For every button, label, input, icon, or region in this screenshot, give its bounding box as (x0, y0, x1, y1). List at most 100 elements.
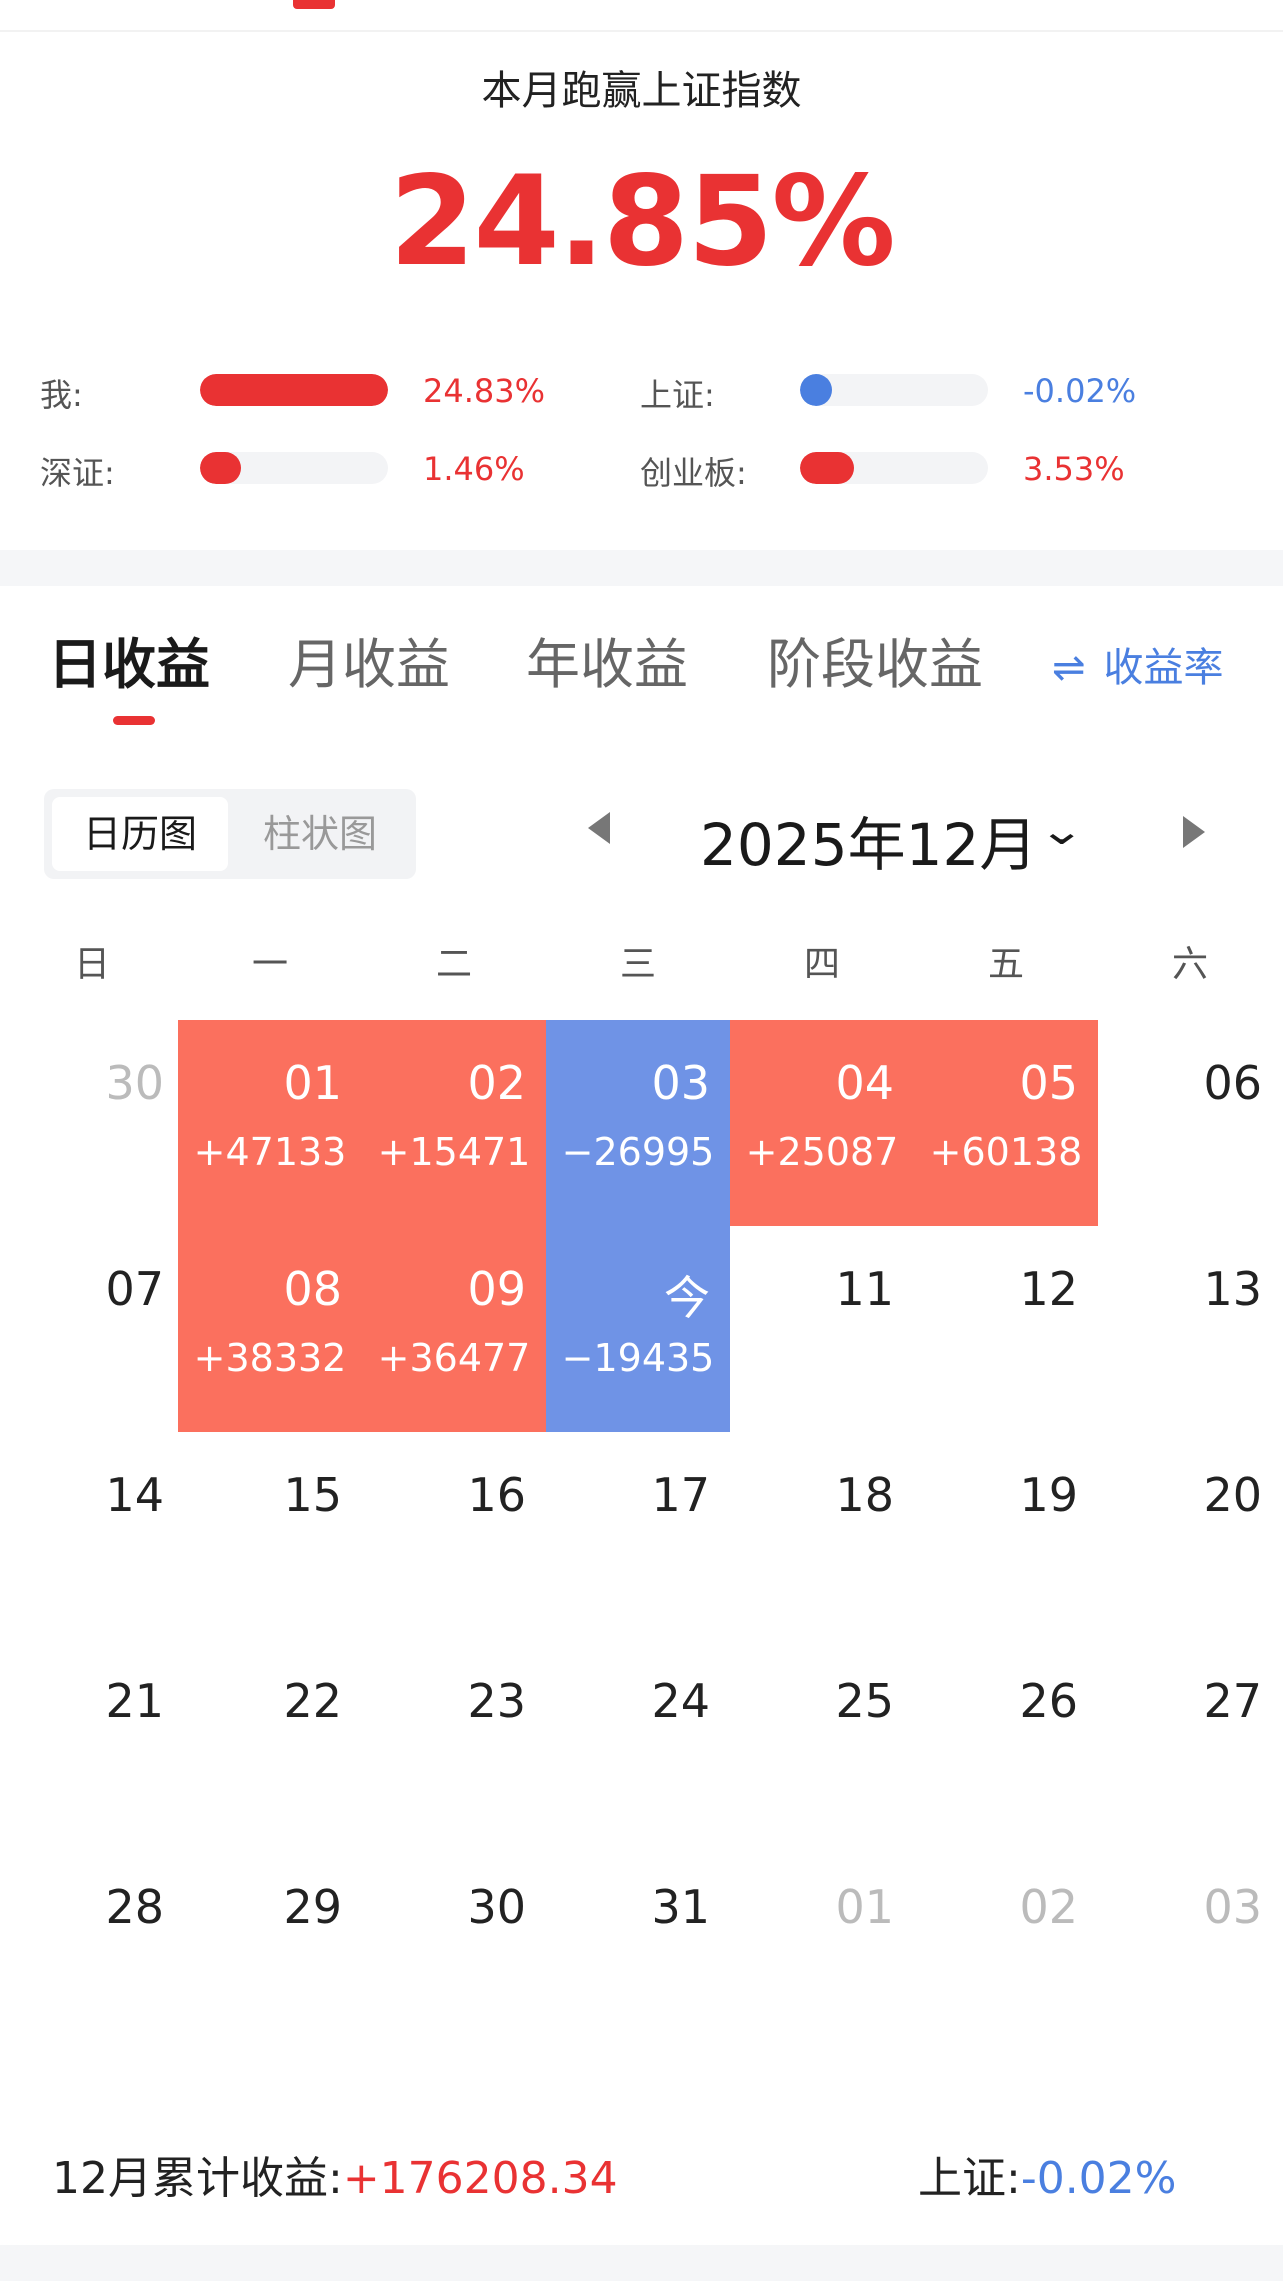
calendar-day-cell[interactable]: 07 (0, 1226, 184, 1432)
rate-toggle-label: 收益率 (1103, 645, 1224, 691)
rate-toggle-button[interactable]: ⇌ 收益率 (1052, 635, 1224, 693)
calendar-day-pnl: −26995 (561, 1130, 715, 1174)
calendar-day-cell[interactable]: 14 (0, 1432, 184, 1638)
calendar-day-number: 23 (467, 1674, 526, 1728)
calendar-day-cell[interactable]: 04 +25087 (730, 1020, 914, 1226)
weekday-label: 日 (73, 944, 110, 985)
stat-bar-track (800, 374, 988, 406)
calendar-day-cell[interactable]: 今 −19435 (546, 1226, 730, 1432)
calendar-day-cell[interactable]: 25 (730, 1638, 914, 1844)
calendar-day-number: 02 (467, 1056, 526, 1110)
tab-stage[interactable]: 阶段收益 (767, 620, 983, 699)
calendar-day-pnl: +25087 (745, 1130, 899, 1174)
calendar-day-pnl: +36477 (377, 1336, 531, 1380)
weekday-label: 四 (803, 944, 840, 985)
calendar-day-number: 今 (664, 1271, 710, 1325)
calendar-day-cell[interactable]: 02 (914, 1844, 1098, 2050)
stat-row: 上证: -0.02% (640, 360, 1200, 420)
weekday-label: 六 (1171, 944, 1208, 985)
calendar-day-cell[interactable]: 28 (0, 1844, 184, 2050)
month-label[interactable]: 2025年12月 (700, 798, 1037, 882)
monthly-total: 12月累计收益:+176208.34 (52, 2142, 618, 2206)
calendar-day-cell[interactable]: 06 (1098, 1020, 1282, 1226)
calendar-day-cell[interactable]: 26 (914, 1638, 1098, 1844)
calendar-day-number: 04 (835, 1056, 894, 1110)
calendar-day-cell[interactable]: 17 (546, 1432, 730, 1638)
calendar-day-cell[interactable]: 02 +15471 (362, 1020, 546, 1226)
calendar-day-number: 31 (651, 1880, 710, 1934)
prev-month-icon[interactable] (588, 812, 610, 844)
calendar-day-cell[interactable]: 03 (1098, 1844, 1282, 2050)
monthly-total-amount: +176208.34 (342, 2153, 618, 2204)
calendar-day-cell[interactable]: 01 (730, 1844, 914, 2050)
calendar-day-number: 16 (467, 1468, 526, 1522)
calendar-day-number: 15 (283, 1468, 342, 1522)
calendar-day-cell[interactable]: 13 (1098, 1226, 1282, 1432)
calendar-day-cell[interactable]: 08 +38332 (178, 1226, 362, 1432)
active-tab-underline (113, 716, 155, 725)
calendar-day-cell[interactable]: 30 (362, 1844, 546, 2050)
calendar-day-cell[interactable]: 12 (914, 1226, 1098, 1432)
calendar-day-number: 11 (835, 1262, 894, 1316)
stat-row: 深证: 1.46% (40, 438, 600, 498)
calendar-day-cell[interactable]: 27 (1098, 1638, 1282, 1844)
calendar-day-cell[interactable]: 03 −26995 (546, 1020, 730, 1226)
tab-monthly[interactable]: 月收益 (288, 620, 450, 699)
weekday-label: 二 (435, 944, 472, 985)
calendar-view-button[interactable]: 日历图 (52, 797, 228, 871)
calendar-day-cell[interactable]: 19 (914, 1432, 1098, 1638)
calendar-day-cell[interactable]: 22 (178, 1638, 362, 1844)
calendar-day-number: 14 (105, 1468, 164, 1522)
calendar-day-cell[interactable]: 11 (730, 1226, 914, 1432)
swap-icon: ⇌ (1052, 645, 1086, 691)
monthly-total-label: 12月累计收益: (52, 2153, 343, 2204)
stat-bar-track (200, 452, 388, 484)
calendar-day-number: 01 (835, 1880, 894, 1934)
calendar-day-cell[interactable]: 16 (362, 1432, 546, 1638)
calendar-day-cell[interactable]: 05 +60138 (914, 1020, 1098, 1226)
next-month-icon[interactable] (1183, 816, 1205, 848)
view-switch: 日历图 柱状图 (44, 789, 416, 879)
calendar-day-number: 08 (283, 1262, 342, 1316)
calendar-day-number: 03 (1203, 1880, 1262, 1934)
calendar-day-cell[interactable]: 20 (1098, 1432, 1282, 1638)
calendar-day-number: 27 (1203, 1674, 1262, 1728)
stat-label: 上证: (640, 376, 715, 414)
calendar-day-pnl: +15471 (377, 1130, 531, 1174)
calendar-day-cell[interactable]: 18 (730, 1432, 914, 1638)
tab-daily[interactable]: 日收益 (48, 620, 210, 699)
calendar-day-cell[interactable]: 24 (546, 1638, 730, 1844)
stat-bar-track (800, 452, 988, 484)
weekday-label: 一 (251, 944, 288, 985)
stat-label: 我: (40, 376, 83, 414)
stat-value: 1.46% (423, 450, 525, 488)
tab-yearly[interactable]: 年收益 (526, 620, 688, 699)
stat-row: 创业板: 3.53% (640, 438, 1200, 498)
stat-bar-fill (200, 452, 241, 484)
stat-bar-fill (200, 374, 388, 406)
calendar-day-number: 01 (283, 1056, 342, 1110)
calendar-day-cell[interactable]: 29 (178, 1844, 362, 2050)
calendar-day-cell[interactable]: 15 (178, 1432, 362, 1638)
calendar-day-number: 05 (1019, 1056, 1078, 1110)
calendar-day-number: 29 (283, 1880, 342, 1934)
bar-view-button[interactable]: 柱状图 (232, 797, 408, 871)
summary-title: 本月跑赢上证指数 (481, 68, 802, 114)
stat-value: 3.53% (1023, 450, 1125, 488)
calendar-day-number: 24 (651, 1674, 710, 1728)
index-change-value: -0.02% (1020, 2153, 1177, 2204)
calendar-day-pnl: +47133 (193, 1130, 347, 1174)
calendar-day-cell[interactable]: 09 +36477 (362, 1226, 546, 1432)
calendar-day-number: 21 (105, 1674, 164, 1728)
calendar-day-number: 13 (1203, 1262, 1262, 1316)
calendar-day-cell[interactable]: 31 (546, 1844, 730, 2050)
weekday-label: 五 (987, 944, 1024, 985)
calendar-day-cell[interactable]: 23 (362, 1638, 546, 1844)
chevron-down-icon[interactable]: ⌄ (1038, 808, 1085, 854)
stat-row: 我: 24.83% (40, 360, 600, 420)
calendar-day-cell[interactable]: 01 +47133 (178, 1020, 362, 1226)
calendar-day-cell[interactable]: 21 (0, 1638, 184, 1844)
weekday-header: 日 一 二 三 四 五 六 (0, 935, 1283, 985)
calendar-day-number: 02 (1019, 1880, 1078, 1934)
calendar-day-cell[interactable]: 30 (0, 1020, 184, 1226)
